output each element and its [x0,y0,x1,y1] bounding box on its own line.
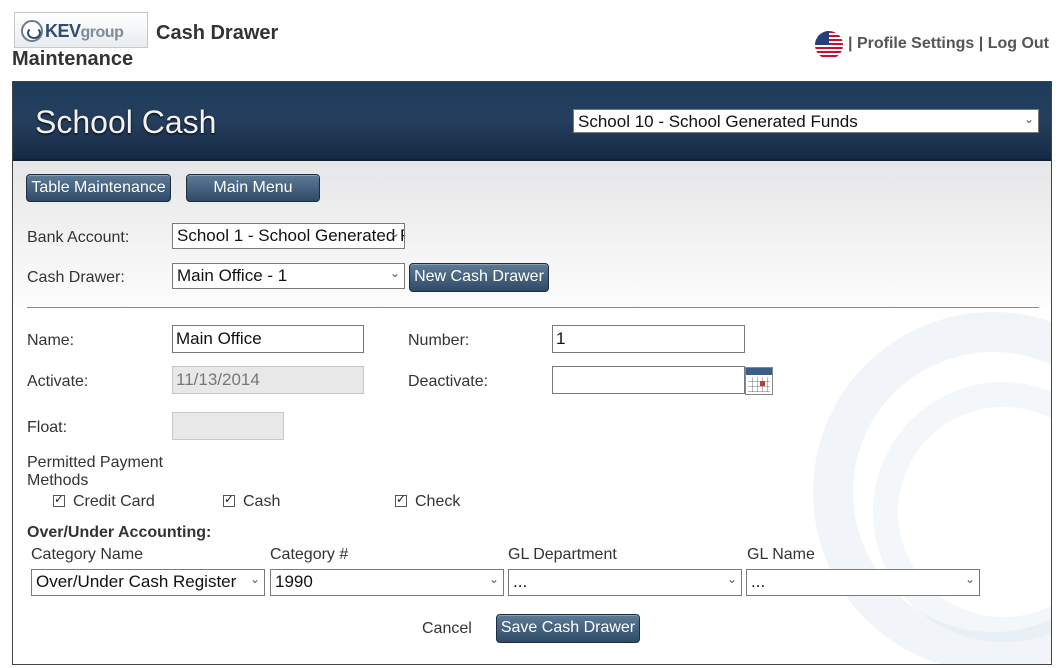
chevron-down-icon: ⌄ [249,572,260,586]
link-separator: | [848,35,853,52]
main-menu-button[interactable]: Main Menu [186,174,320,202]
col-gl-name: GL Name [747,546,815,563]
number-input[interactable]: 1 [552,325,745,353]
section-divider [27,307,1039,309]
chevron-down-icon: ⌄ [389,226,400,240]
cash-drawer-label: Cash Drawer: [27,269,125,286]
page-title-line1: Cash Drawer [156,22,279,44]
col-gl-department: GL Department [508,546,617,563]
gl-department-value: ... [513,572,528,591]
main-panel: School Cash School 10 - School Generated… [12,81,1052,665]
category-number-select[interactable]: 1990 ⌄ [270,569,504,596]
chevron-down-icon: ⌄ [488,572,499,586]
bank-account-label: Bank Account: [27,229,130,246]
us-flag-icon[interactable] [815,31,843,59]
new-cash-drawer-button[interactable]: New Cash Drawer [409,263,549,292]
activate-date-input: 11/13/2014 [172,366,364,394]
gl-name-value: ... [751,572,766,591]
chevron-down-icon: ⌄ [389,266,400,280]
logo-text-sub: group [80,24,124,41]
school-select-value: School 10 - School Generated Funds [578,112,858,131]
cash-checkbox[interactable]: Cash [223,492,281,511]
school-select[interactable]: School 10 - School Generated Funds ⌄ [573,109,1039,133]
activate-label: Activate: [27,373,89,390]
cash-drawer-select[interactable]: Main Office - 1 ⌄ [172,263,405,289]
float-label: Float: [27,419,68,436]
checkbox-checked-icon [395,492,407,507]
table-maintenance-button[interactable]: Table Maintenance [26,174,171,202]
credit-card-label: Credit Card [73,493,155,510]
col-category-number: Category # [270,546,349,563]
kevgroup-logo: KEVgroup [14,12,148,48]
chevron-down-icon: ⌄ [726,572,737,586]
check-label: Check [415,493,461,510]
top-links: | Profile Settings | Log Out [848,35,1049,53]
category-name-select[interactable]: Over/Under Cash Register ⌄ [31,569,265,596]
category-number-value: 1990 [275,572,313,591]
log-out-link[interactable]: Log Out [988,35,1049,52]
checkbox-checked-icon [53,492,65,507]
logo-text: KEVgroup [45,21,124,42]
bank-account-select[interactable]: School 1 - School Generated Funds ⌄ [172,223,405,249]
credit-card-checkbox[interactable]: Credit Card [53,492,155,511]
check-checkbox[interactable]: Check [395,492,461,511]
page-title-line2: Maintenance [12,48,134,70]
checkbox-checked-icon [223,492,235,507]
name-label: Name: [27,332,75,349]
bank-account-value: School 1 - School Generated Funds [177,226,404,245]
float-input [172,412,284,440]
payment-methods-label-line2: Methods [27,472,89,489]
cash-label: Cash [243,493,281,510]
category-name-value: Over/Under Cash Register [36,572,237,591]
profile-settings-link[interactable]: Profile Settings [857,35,974,52]
payment-methods-label-line1: Permitted Payment [27,454,164,471]
col-category-name: Category Name [31,546,144,563]
cash-drawer-value: Main Office - 1 [177,266,288,285]
chevron-down-icon: ⌄ [964,572,975,586]
banner: School Cash School 10 - School Generated… [13,82,1051,161]
link-separator: | [978,35,984,52]
deactivate-date-input[interactable] [552,366,745,394]
calendar-icon[interactable] [745,367,773,395]
gl-department-select[interactable]: ... ⌄ [508,569,742,596]
logo-text-main: KEV [45,21,81,41]
name-input[interactable]: Main Office [172,325,364,353]
number-label: Number: [408,332,470,349]
kevgroup-logo-icon [21,20,43,42]
chevron-down-icon: ⌄ [1023,112,1034,126]
deactivate-label: Deactivate: [408,373,489,390]
gl-name-select[interactable]: ... ⌄ [746,569,980,596]
save-cash-drawer-button[interactable]: Save Cash Drawer [496,614,640,643]
cancel-link[interactable]: Cancel [422,620,472,638]
banner-title: School Cash [35,104,217,140]
over-under-title: Over/Under Accounting: [27,524,212,541]
payment-methods-label: Permitted Payment Methods [27,454,163,490]
